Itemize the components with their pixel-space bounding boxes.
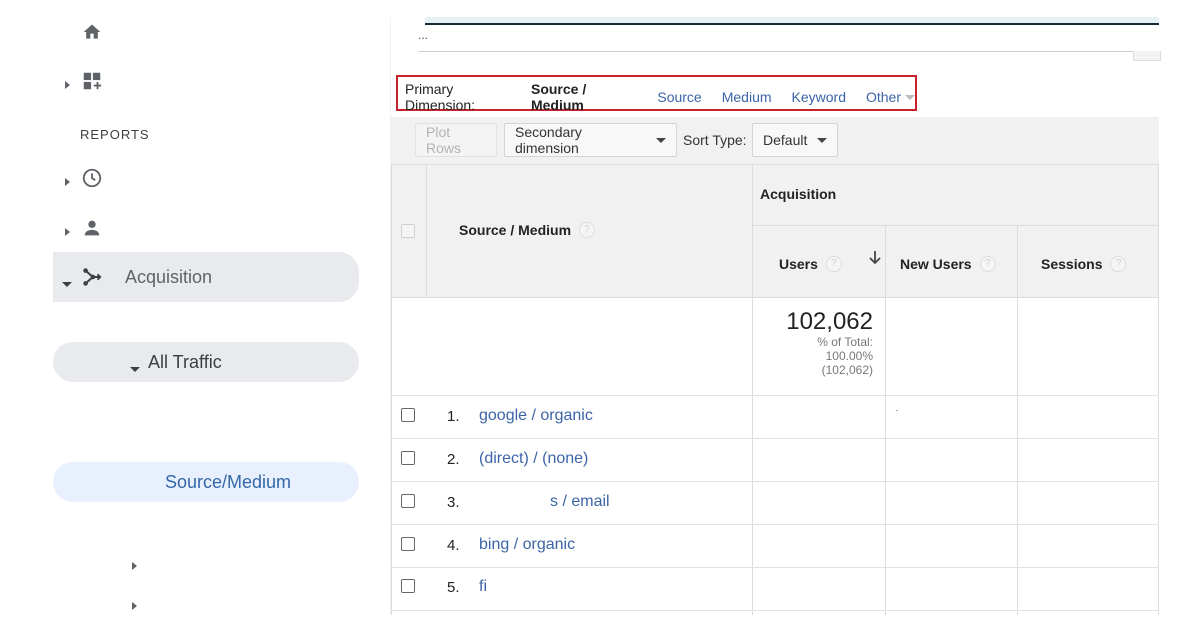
row-source-link[interactable]: google / organic [479,407,593,425]
row-checkbox[interactable] [401,537,415,551]
sessions-header-label: Sessions [1041,256,1103,272]
row-divider [391,610,1159,611]
row-number: 2. [447,451,460,468]
col-divider [1158,164,1159,615]
help-icon[interactable]: ? [579,222,596,238]
row-number: 4. [447,537,460,554]
nav-collapsed-caret[interactable] [132,557,137,575]
row-number: 5. [447,579,460,596]
nav-collapsed-caret[interactable] [132,597,137,615]
acquisition-collapse-caret[interactable] [62,274,72,292]
secondary-dimension-dropdown[interactable]: Secondary dimension [504,123,677,157]
help-icon[interactable]: ? [825,256,842,272]
primary-dimension-source[interactable]: Source [657,89,701,105]
top-input-value: ... [418,28,429,42]
users-total-pct-label: % of Total: [817,335,873,349]
row-divider [391,524,1159,525]
row-number: 1. [447,408,460,425]
reports-section-label: REPORTS [80,127,150,142]
users-total: 102,062 % of Total: 100.00% (102,062) [752,308,873,378]
home-icon[interactable] [82,22,102,47]
primary-dimension-bar: Primary Dimension: Source / Medium Sourc… [396,75,917,113]
table-toolbar: Plot Rows Secondary dimension Sort Type:… [391,117,1159,164]
row-checkbox[interactable] [401,494,415,508]
sort-type-dropdown[interactable]: Default [752,123,838,157]
dashboards-expand-caret[interactable] [65,76,70,94]
acquisition-group-header: Acquisition [760,186,837,202]
help-icon[interactable]: ? [979,256,996,272]
sessions-column-header[interactable]: Sessions? [1041,256,1127,272]
col-divider [1017,225,1018,615]
users-column-header[interactable]: Users? [779,256,842,272]
primary-dimension-label: Primary Dimension: [405,81,476,113]
primary-dimension-other-label: Other [865,89,901,105]
row-source-link[interactable]: bing / organic [479,536,575,554]
sort-type-label: Sort Type: [683,132,747,148]
chevron-down-icon [905,94,915,100]
col-divider [752,164,753,615]
primary-dimension-medium[interactable]: Medium [722,89,772,105]
nav-source-medium-label: Source/Medium [165,472,292,492]
header-divider [752,225,1159,226]
plot-rows-label: Plot Rows [426,124,462,156]
realtime-expand-caret[interactable] [65,173,70,191]
top-panel-edge [425,17,1159,25]
source-medium-header[interactable]: Source / Medium? [459,222,596,238]
row-source-link[interactable]: (direct) / (none) [479,450,588,468]
nav-acquisition-label: Acquisition [125,267,213,287]
col-divider [885,225,886,615]
sort-type-value: Default [763,132,808,148]
top-input-field[interactable]: ... [418,28,1159,52]
users-total-pct-value: 100.00% [825,349,873,363]
primary-dimension-keyword[interactable]: Keyword [792,89,846,105]
clock-icon[interactable] [81,167,103,194]
secondary-dimension-label: Secondary dimension [515,124,582,156]
acquisition-icon [81,266,103,293]
new-users-column-header[interactable]: New Users? [900,256,996,272]
person-icon[interactable] [81,217,103,244]
row-divider [391,438,1159,439]
row-number: 3. [447,494,460,511]
source-medium-header-label: Source / Medium [459,222,572,238]
nav-all-traffic-label: All Traffic [148,352,222,372]
chevron-down-icon [656,137,666,143]
cell-mark [896,410,898,411]
row-divider [391,395,1159,396]
col-divider [391,164,392,615]
primary-dimension-other-dropdown[interactable]: Other [866,89,915,105]
row-divider [391,567,1159,568]
col-divider [426,164,427,298]
users-header-label: Users [779,256,818,272]
data-table: Source / Medium? Acquisition Users? New … [391,164,1159,615]
chevron-down-icon [817,137,828,143]
row-checkbox[interactable] [401,408,415,422]
sidebar-nav: REPORTS Acquisition All Traffic Source/M… [53,17,391,615]
primary-dimension-active: Source / Medium [530,81,587,113]
top-panel-stub [1133,51,1161,61]
users-total-value: 102,062 [786,308,873,335]
row-checkbox[interactable] [401,451,415,465]
select-all-checkbox[interactable] [401,224,415,238]
row-source-link[interactable]: s / email [550,493,610,511]
sort-descending-icon[interactable] [868,250,882,271]
row-checkbox[interactable] [401,579,415,593]
help-icon[interactable]: ? [1110,256,1127,272]
all-traffic-collapse-caret[interactable] [130,359,140,377]
row-source-link[interactable]: fi [479,578,487,596]
users-total-count: (102,062) [821,363,873,377]
row-divider [391,481,1159,482]
dashboard-icon[interactable] [81,70,103,97]
audience-expand-caret[interactable] [65,223,70,241]
new-users-header-label: New Users [900,256,972,272]
plot-rows-button[interactable]: Plot Rows [415,123,497,157]
